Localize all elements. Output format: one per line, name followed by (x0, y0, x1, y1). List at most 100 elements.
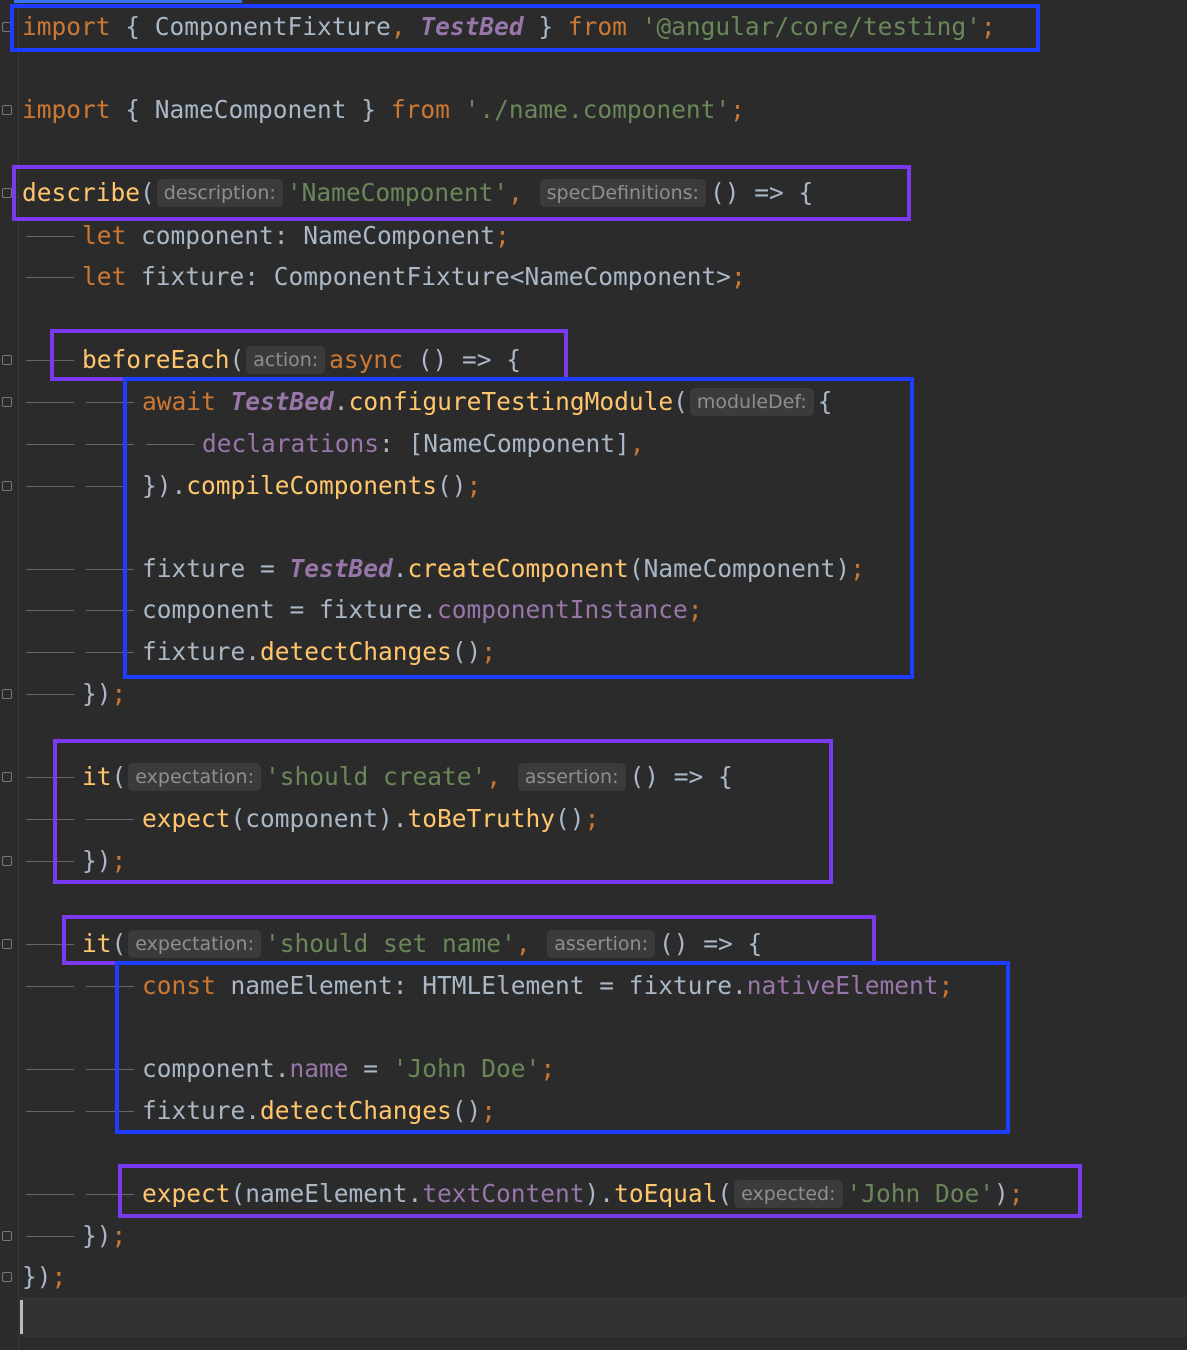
code-line-it-should-set-name[interactable]: it(expectation:'should set name', assert… (82, 926, 762, 962)
indent-guide (26, 1111, 74, 1112)
keyword: from (390, 95, 450, 124)
punctuation: . (392, 554, 408, 583)
code-line-detect-changes-2[interactable]: fixture.detectChanges(); (142, 1093, 496, 1129)
code-line-close-beforeeach[interactable]: }); (82, 676, 126, 712)
string-literal: './name.component' (464, 95, 731, 124)
code-line-it-should-create[interactable]: it(expectation:'should create', assertio… (82, 759, 733, 795)
indent-guide (26, 652, 74, 653)
punctuation: ; (1008, 1179, 1024, 1208)
property-name: textContent (422, 1179, 585, 1208)
function-name: configureTestingModule (348, 387, 674, 416)
code-line-configure-testing-module[interactable]: await TestBed.configureTestingModule(mod… (142, 384, 833, 420)
fold-marker-icon[interactable] (2, 939, 12, 949)
identifier: component. (142, 1054, 290, 1083)
code-line-close-it-2[interactable]: }); (82, 1218, 126, 1254)
string-literal: 'should set name' (264, 929, 516, 958)
string-literal: 'John Doe' (392, 1054, 541, 1083)
parameter-hint: moduleDef: (689, 388, 814, 416)
code-line-expect-truthy[interactable]: expect(component).toBeTruthy(); (142, 801, 599, 837)
code-line-close-it[interactable]: }); (82, 843, 126, 879)
punctuation: ; (466, 471, 482, 500)
function-name: beforeEach (82, 345, 230, 374)
punctuation: ; (481, 637, 497, 666)
punctuation: ; (938, 971, 954, 1000)
property-name: declarations (202, 429, 380, 458)
arrow-function: () => { (710, 178, 814, 207)
indent-guide (26, 277, 74, 278)
punctuation: , (515, 929, 546, 958)
parameter-hint: expectation: (128, 930, 261, 958)
identifier: fixture. (142, 1096, 261, 1125)
punctuation: { (110, 95, 155, 124)
fold-marker-icon[interactable] (2, 689, 12, 699)
identifier: TestBed (289, 554, 393, 583)
indent-guide (26, 444, 74, 445)
punctuation: () (555, 804, 585, 833)
indent-guide (26, 777, 74, 778)
string-literal: 'NameComponent' (286, 178, 509, 207)
punctuation: ; (980, 12, 996, 41)
code-line-const-name-element[interactable]: const nameElement: HTMLElement = fixture… (142, 968, 953, 1004)
property-name: name (289, 1054, 349, 1083)
string-literal: 'should create' (264, 762, 487, 791)
keyword: const (142, 971, 216, 1000)
string-literal: 'John Doe' (846, 1179, 995, 1208)
punctuation: ( (717, 1179, 733, 1208)
punctuation: ( (111, 929, 127, 958)
property-name: componentInstance (437, 595, 688, 624)
function-name: it (82, 929, 112, 958)
code-line-describe[interactable]: describe(description: 'NameComponent', sp… (22, 175, 813, 211)
function-name: toBeTruthy (407, 804, 556, 833)
indent-guide (86, 486, 124, 487)
indent-guide (86, 569, 134, 570)
fold-marker-icon[interactable] (2, 188, 12, 198)
indent-guide (86, 819, 134, 820)
identifier: NameComponent (154, 95, 347, 124)
fold-marker-icon[interactable] (2, 105, 12, 115)
code-line-import-component[interactable]: import { NameComponent } from './name.co… (22, 92, 745, 128)
code-line-declarations[interactable]: declarations: [NameComponent], (202, 426, 645, 462)
code-line-component-instance[interactable]: component = fixture.componentInstance; (142, 592, 703, 628)
identifier: TestBed (420, 12, 524, 41)
code-line-set-name[interactable]: component.name = 'John Doe'; (142, 1051, 555, 1087)
declaration: fixture: ComponentFixture<NameComponent> (126, 262, 732, 291)
keyword: from (567, 12, 627, 41)
keyword: import (22, 12, 111, 41)
value: : [NameComponent] (379, 429, 630, 458)
code-line-detect-changes[interactable]: fixture.detectChanges(); (142, 634, 496, 670)
indent-guide (26, 610, 74, 611)
fold-marker-icon[interactable] (2, 481, 12, 491)
indent-guide (26, 986, 74, 987)
punctuation: ; (584, 804, 600, 833)
fold-marker-icon[interactable] (2, 1231, 12, 1241)
code-line-beforeeach[interactable]: beforeEach(action: async () => { (82, 342, 521, 378)
indent-guide (26, 236, 74, 237)
identifier: TestBed (230, 387, 334, 416)
fold-marker-icon[interactable] (2, 1272, 12, 1282)
fold-marker-icon[interactable] (2, 22, 12, 32)
code-editor[interactable]: import { ComponentFixture, TestBed } fro… (0, 0, 1187, 1350)
punctuation: ; (51, 1262, 67, 1291)
code-line-let-component[interactable]: let component: NameComponent; (82, 218, 510, 254)
punctuation: . (333, 387, 349, 416)
code-line-expect-to-equal[interactable]: expect(nameElement.textContent).toEqual(… (142, 1176, 1024, 1212)
operator: = (348, 1054, 393, 1083)
indent-guide (86, 652, 134, 653)
fold-marker-icon[interactable] (2, 772, 12, 782)
fold-marker-icon[interactable] (2, 355, 12, 365)
code-line-let-fixture[interactable]: let fixture: ComponentFixture<NameCompon… (82, 259, 746, 295)
code-line-compile-components[interactable]: }).compileComponents(); (142, 468, 481, 504)
punctuation: ( (111, 762, 127, 791)
indent-guide (26, 1194, 74, 1195)
keyword: import (22, 95, 111, 124)
punctuation: } (523, 12, 568, 41)
fold-marker-icon[interactable] (2, 397, 12, 407)
function-name: createComponent (407, 554, 629, 583)
declaration: nameElement: HTMLElement = fixture. (215, 971, 747, 1000)
code-line-create-component[interactable]: fixture = TestBed.createComponent(NameCo… (142, 551, 865, 587)
fold-marker-icon[interactable] (2, 856, 12, 866)
code-line-import-testing[interactable]: import { ComponentFixture, TestBed } fro… (22, 9, 996, 45)
indent-guide (86, 444, 134, 445)
code-line-close-describe[interactable]: }); (22, 1259, 66, 1295)
